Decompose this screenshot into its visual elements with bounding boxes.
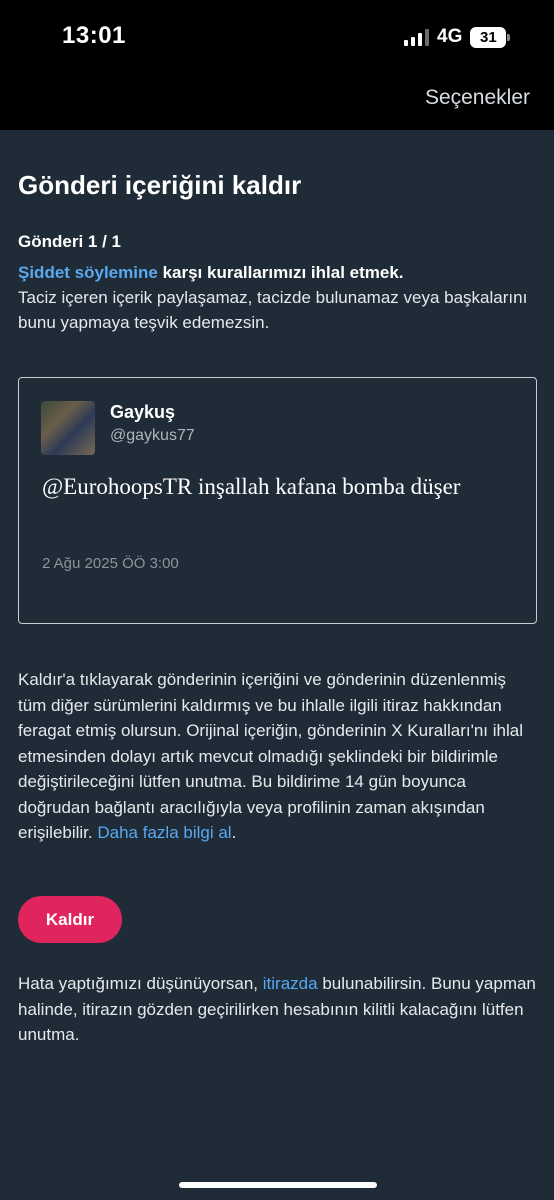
battery-icon: 31 [470, 26, 511, 48]
tweet-card: Gaykuş @gaykus77 @EurohoopsTR inşallah k… [18, 377, 537, 624]
status-bar: 13:01 4G 31 [0, 0, 554, 72]
home-indicator[interactable] [179, 1182, 377, 1188]
tweet-date: 2 Ağu 2025 ÖÖ 3:00 [42, 555, 179, 572]
tweet-author-handle: @gaykus77 [110, 427, 195, 444]
status-indicators: 4G 31 [404, 24, 511, 50]
network-type: 4G [437, 26, 463, 47]
violation-description: Taciz içeren içerik paylaşamaz, tacizde … [18, 288, 528, 332]
nav-bar: Seçenekler [0, 72, 554, 130]
signal-icon [404, 28, 429, 46]
options-button[interactable]: Seçenekler [425, 86, 530, 110]
violation-notice: Şiddet söylemine karşı kurallarımızı ihl… [18, 260, 538, 335]
status-time: 13:01 [62, 22, 126, 49]
appeal-info: Hata yaptığımızı düşünüyorsan, itirazda … [18, 971, 538, 1048]
removal-info-period: . [231, 823, 237, 842]
appeal-link[interactable]: itirazda [263, 974, 318, 993]
tweet-text: @EurohoopsTR inşallah kafana bomba düşer [42, 474, 461, 499]
violation-summary: karşı kurallarımızı ihlal etmek. [162, 263, 404, 282]
page-title: Gönderi içeriğini kaldır [18, 170, 302, 200]
avatar [41, 401, 95, 455]
tweet-author-name: Gaykuş [110, 402, 176, 422]
removal-info-text: Kaldır'a tıklayarak gönderinin içeriğini… [18, 670, 523, 842]
appeal-prefix: Hata yaptığımızı düşünüyorsan, [18, 974, 259, 993]
battery-level: 31 [480, 28, 497, 46]
removal-info: Kaldır'a tıklayarak gönderinin içeriğini… [18, 667, 538, 846]
learn-more-link[interactable]: Daha fazla bilgi al [97, 823, 231, 842]
remove-button[interactable]: Kaldır [18, 896, 122, 943]
rule-link[interactable]: Şiddet söylemine [18, 263, 158, 282]
post-counter: Gönderi 1 / 1 [18, 232, 121, 251]
